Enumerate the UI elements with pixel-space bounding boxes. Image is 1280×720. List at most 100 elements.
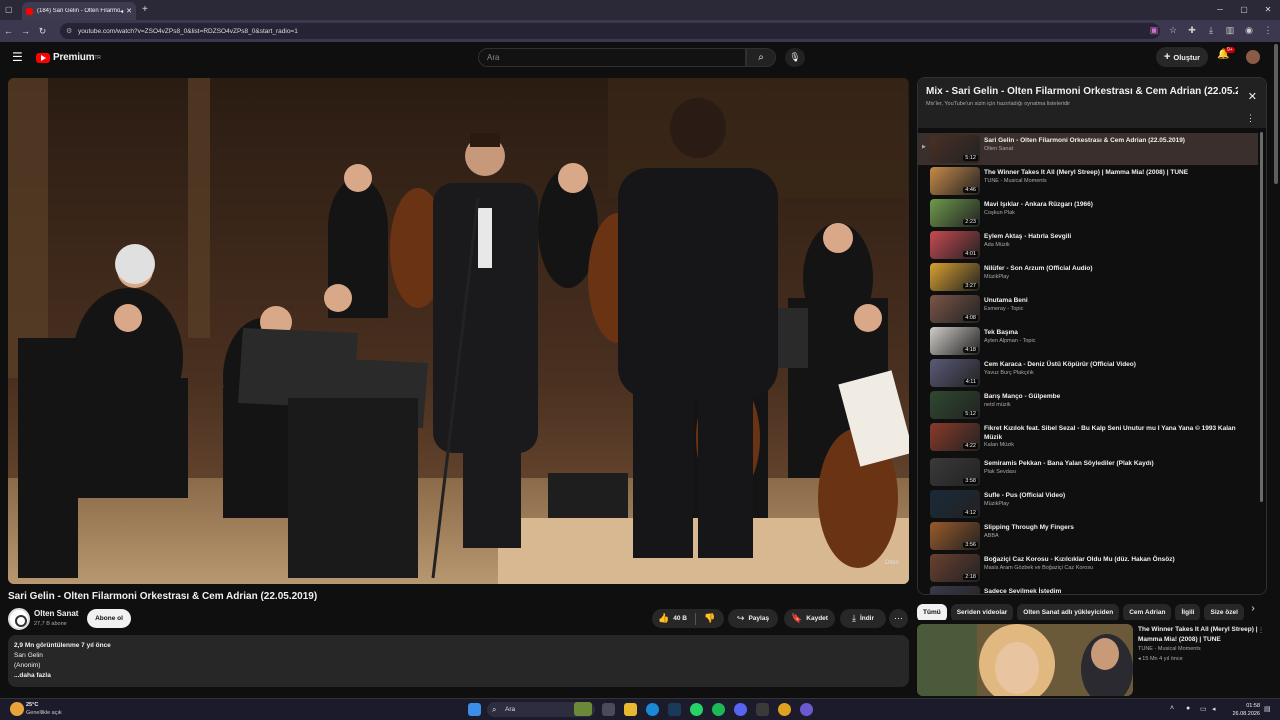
more-actions-button[interactable]: ⋯: [889, 609, 908, 628]
playlist-scrollbar[interactable]: [1260, 132, 1263, 502]
description-box[interactable]: 2,9 Mn görüntülenme 7 yıl önce Sarı Geli…: [8, 635, 909, 687]
extensions-puzzle-icon[interactable]: ✚: [1186, 23, 1198, 37]
playlist-item[interactable]: ▶ 5:12 Sari Gelin - Olten Filarmoni Orkest…: [918, 133, 1258, 165]
filter-chip[interactable]: İlgili: [1175, 604, 1201, 620]
browser-menu-icon[interactable]: ⋮: [1262, 23, 1274, 37]
avatar[interactable]: [1246, 50, 1260, 64]
close-tab-icon[interactable]: ✕: [126, 7, 132, 15]
notification-badge: 9+: [1225, 47, 1235, 53]
like-button[interactable]: 👍 40 B: [658, 613, 687, 624]
whatsapp-icon[interactable]: [690, 703, 703, 716]
profile-icon[interactable]: ◉: [1243, 23, 1255, 37]
download-button[interactable]: ⤓ İndir: [840, 609, 886, 628]
search-highlight-icon[interactable]: [574, 702, 592, 716]
discord-icon[interactable]: [734, 703, 747, 716]
recommended-channel[interactable]: TUNE - Musical Moments: [1138, 646, 1201, 652]
hamburger-menu-icon[interactable]: ☰: [12, 51, 23, 63]
playlist-item[interactable]: 4:46 The Winner Takes It All (Meryl Stree…: [918, 165, 1258, 197]
share-button[interactable]: ↪ Paylaş: [728, 609, 778, 628]
filter-chip[interactable]: Tümü: [917, 604, 947, 620]
page-scrollbar[interactable]: [1274, 44, 1278, 184]
search-button[interactable]: ⌕: [746, 48, 776, 67]
playlist-more-icon[interactable]: ⋮: [1246, 113, 1255, 124]
video-player[interactable]: Olten: [8, 78, 909, 584]
chevron-right-icon[interactable]: ›: [1245, 603, 1261, 614]
task-view-icon[interactable]: [602, 703, 615, 716]
youtube-play-icon: [36, 52, 50, 63]
share-icon: ↪: [736, 613, 745, 623]
recommended-thumbnail[interactable]: [917, 624, 1133, 696]
youtube-premium-logo[interactable]: Premium TR: [36, 52, 101, 63]
playlist-item[interactable]: 2:18 Boğaziçi Caz Korosu - Kızılcıklar Ol…: [918, 552, 1258, 584]
recommended-more-icon[interactable]: ⋮: [1258, 627, 1264, 634]
terminal-icon[interactable]: [756, 703, 769, 716]
volume-icon[interactable]: ◂: [1212, 705, 1216, 713]
back-icon[interactable]: ←: [0, 26, 17, 36]
download-icon[interactable]: ⤓: [1205, 23, 1217, 37]
edge-icon[interactable]: [646, 703, 659, 716]
split-view-icon[interactable]: ▥: [1224, 23, 1236, 37]
playlist-item[interactable]: Sadece Sevilmek İstedim: [918, 584, 1258, 594]
playlist-item-title: Semiramis Pekkan - Bana Yalan Söylediler…: [984, 460, 1154, 467]
microphone-tray-icon[interactable]: ●: [1186, 705, 1190, 712]
playlist-item[interactable]: 3:27 Nilüfer - Son Arzum (Official Audio)…: [918, 261, 1258, 293]
browser-tab[interactable]: (184) Sari Gelin - Olten Filarmoni Orkes…: [22, 2, 136, 20]
network-icon[interactable]: ▭: [1200, 705, 1207, 713]
search-input[interactable]: Ara: [478, 48, 746, 67]
chrome-icon[interactable]: [778, 703, 791, 716]
close-playlist-icon[interactable]: ✕: [1248, 90, 1257, 103]
filter-chip[interactable]: Cem Adrian: [1123, 604, 1172, 620]
speaker-icon[interactable]: ◂: [120, 8, 123, 15]
playlist-thumbnail: 4:18: [930, 327, 980, 355]
notification-center-icon[interactable]: ▤: [1264, 705, 1271, 713]
playlist-item[interactable]: 4:11 Cem Karaca - Deniz Üstü Köpürür (Off…: [918, 357, 1258, 389]
system-clock[interactable]: 01:58 26.08.2026: [1224, 702, 1260, 718]
filter-chip[interactable]: Olten Sanat adlı yükleyiciden: [1017, 604, 1120, 620]
create-button[interactable]: + Oluştur: [1156, 47, 1208, 67]
new-tab-button[interactable]: +: [142, 4, 148, 15]
file-explorer-icon[interactable]: [624, 703, 637, 716]
playlist-item[interactable]: 4:22 Fikret Kızılok feat. Sibel Sezal - B…: [918, 421, 1258, 453]
playlist-item[interactable]: 3:58 Semiramis Pekkan - Bana Yalan Söyled…: [918, 456, 1258, 488]
show-more-link[interactable]: ...daha fazla: [14, 671, 903, 681]
site-info-icon[interactable]: ⚙: [66, 27, 72, 35]
playlist-item[interactable]: 3:56 Slipping Through My Fingers ABBA: [918, 520, 1258, 552]
playlist-item[interactable]: 5:12 Barış Manço - Gülpembe netd müzik: [918, 389, 1258, 421]
channel-avatar[interactable]: [8, 608, 30, 630]
save-button[interactable]: 🔖 Kaydet: [784, 609, 835, 628]
filter-chip[interactable]: Size özel: [1204, 604, 1244, 620]
playlist-item[interactable]: 4:12 Sufle - Pus (Official Video) MüzikPla…: [918, 488, 1258, 520]
tray-chevron-icon[interactable]: ˄: [1170, 705, 1174, 712]
url-field[interactable]: ⚙ youtube.com/watch?v=ZSO4vZPs8_0&list=R…: [60, 23, 1160, 39]
channel-name[interactable]: Olten Sanat: [34, 609, 78, 618]
weather-icon[interactable]: [10, 702, 24, 716]
minimize-icon[interactable]: ─: [1208, 0, 1232, 20]
playlist-item[interactable]: 4:08 Unutama Beni Esmeray - Topic: [918, 293, 1258, 325]
steam-icon[interactable]: [668, 703, 681, 716]
app-icon[interactable]: [800, 703, 813, 716]
bookmark-icon: 🔖: [791, 613, 803, 623]
filter-chip[interactable]: Seriden videolar: [950, 604, 1014, 620]
address-bar-row: ← → ↻ ⚙ youtube.com/watch?v=ZSO4vZPs8_0&…: [0, 20, 1280, 42]
windows-start-icon[interactable]: [468, 703, 481, 716]
maximize-icon[interactable]: ▢: [1232, 0, 1256, 20]
reload-icon[interactable]: ↻: [34, 26, 51, 37]
thumbs-down-icon[interactable]: 👎: [704, 613, 715, 624]
extension-icon[interactable]: ▣: [1148, 23, 1160, 37]
duration-badge: 3:58: [963, 478, 978, 484]
playlist-item[interactable]: 4:18 Tek Başına Ayten Alpman - Topic: [918, 325, 1258, 357]
spotify-icon[interactable]: [712, 703, 725, 716]
playlist-item[interactable]: 4:01 Eylem Aktaş - Hatırla Sevgili Ada Müz…: [918, 229, 1258, 261]
tab-list-icon[interactable]: ▢: [5, 5, 13, 14]
recommended-title[interactable]: The Winner Takes It All (Meryl Streep) |…: [1138, 625, 1266, 644]
subscribe-button[interactable]: Abone ol: [87, 609, 131, 628]
playlist-title[interactable]: Mix - Sari Gelin - Olten Filarmoni Orkes…: [926, 86, 1238, 97]
bookmark-star-icon[interactable]: ☆: [1167, 23, 1179, 37]
playlist-item[interactable]: 2:23 Mavi Işıklar - Ankara Rüzgarı (1966)…: [918, 197, 1258, 229]
forward-icon[interactable]: →: [17, 26, 34, 36]
more-horizontal-icon: ⋯: [894, 613, 903, 623]
close-window-icon[interactable]: ✕: [1256, 0, 1280, 20]
weather-temp: 25°C: [26, 702, 39, 708]
voice-search-button[interactable]: 🎙: [785, 48, 805, 67]
plus-icon: +: [1163, 51, 1171, 63]
